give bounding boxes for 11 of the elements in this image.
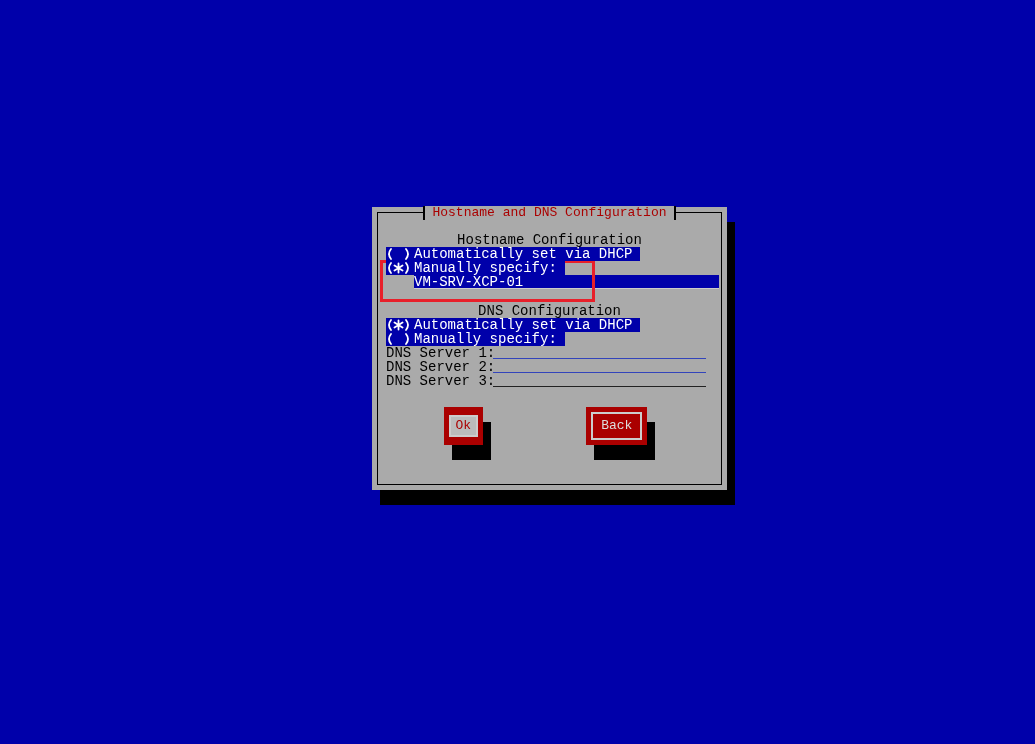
field-label: DNS Server 2:: [386, 360, 493, 374]
dialog-title: Hostname and DNS Configuration: [423, 206, 676, 220]
field-label: DNS Server 3:: [386, 374, 493, 388]
section-heading: Hostname Configuration: [457, 233, 643, 247]
section-heading: DNS Configuration: [478, 304, 622, 318]
radio-button[interactable]: [386, 247, 411, 261]
radio-button[interactable]: [386, 318, 411, 332]
radio-button[interactable]: [386, 332, 411, 346]
hostname-field[interactable]: VM-SRV-XCP-01: [414, 275, 719, 289]
radio-button[interactable]: [386, 261, 411, 275]
field-label: DNS Server 1:: [386, 346, 493, 360]
